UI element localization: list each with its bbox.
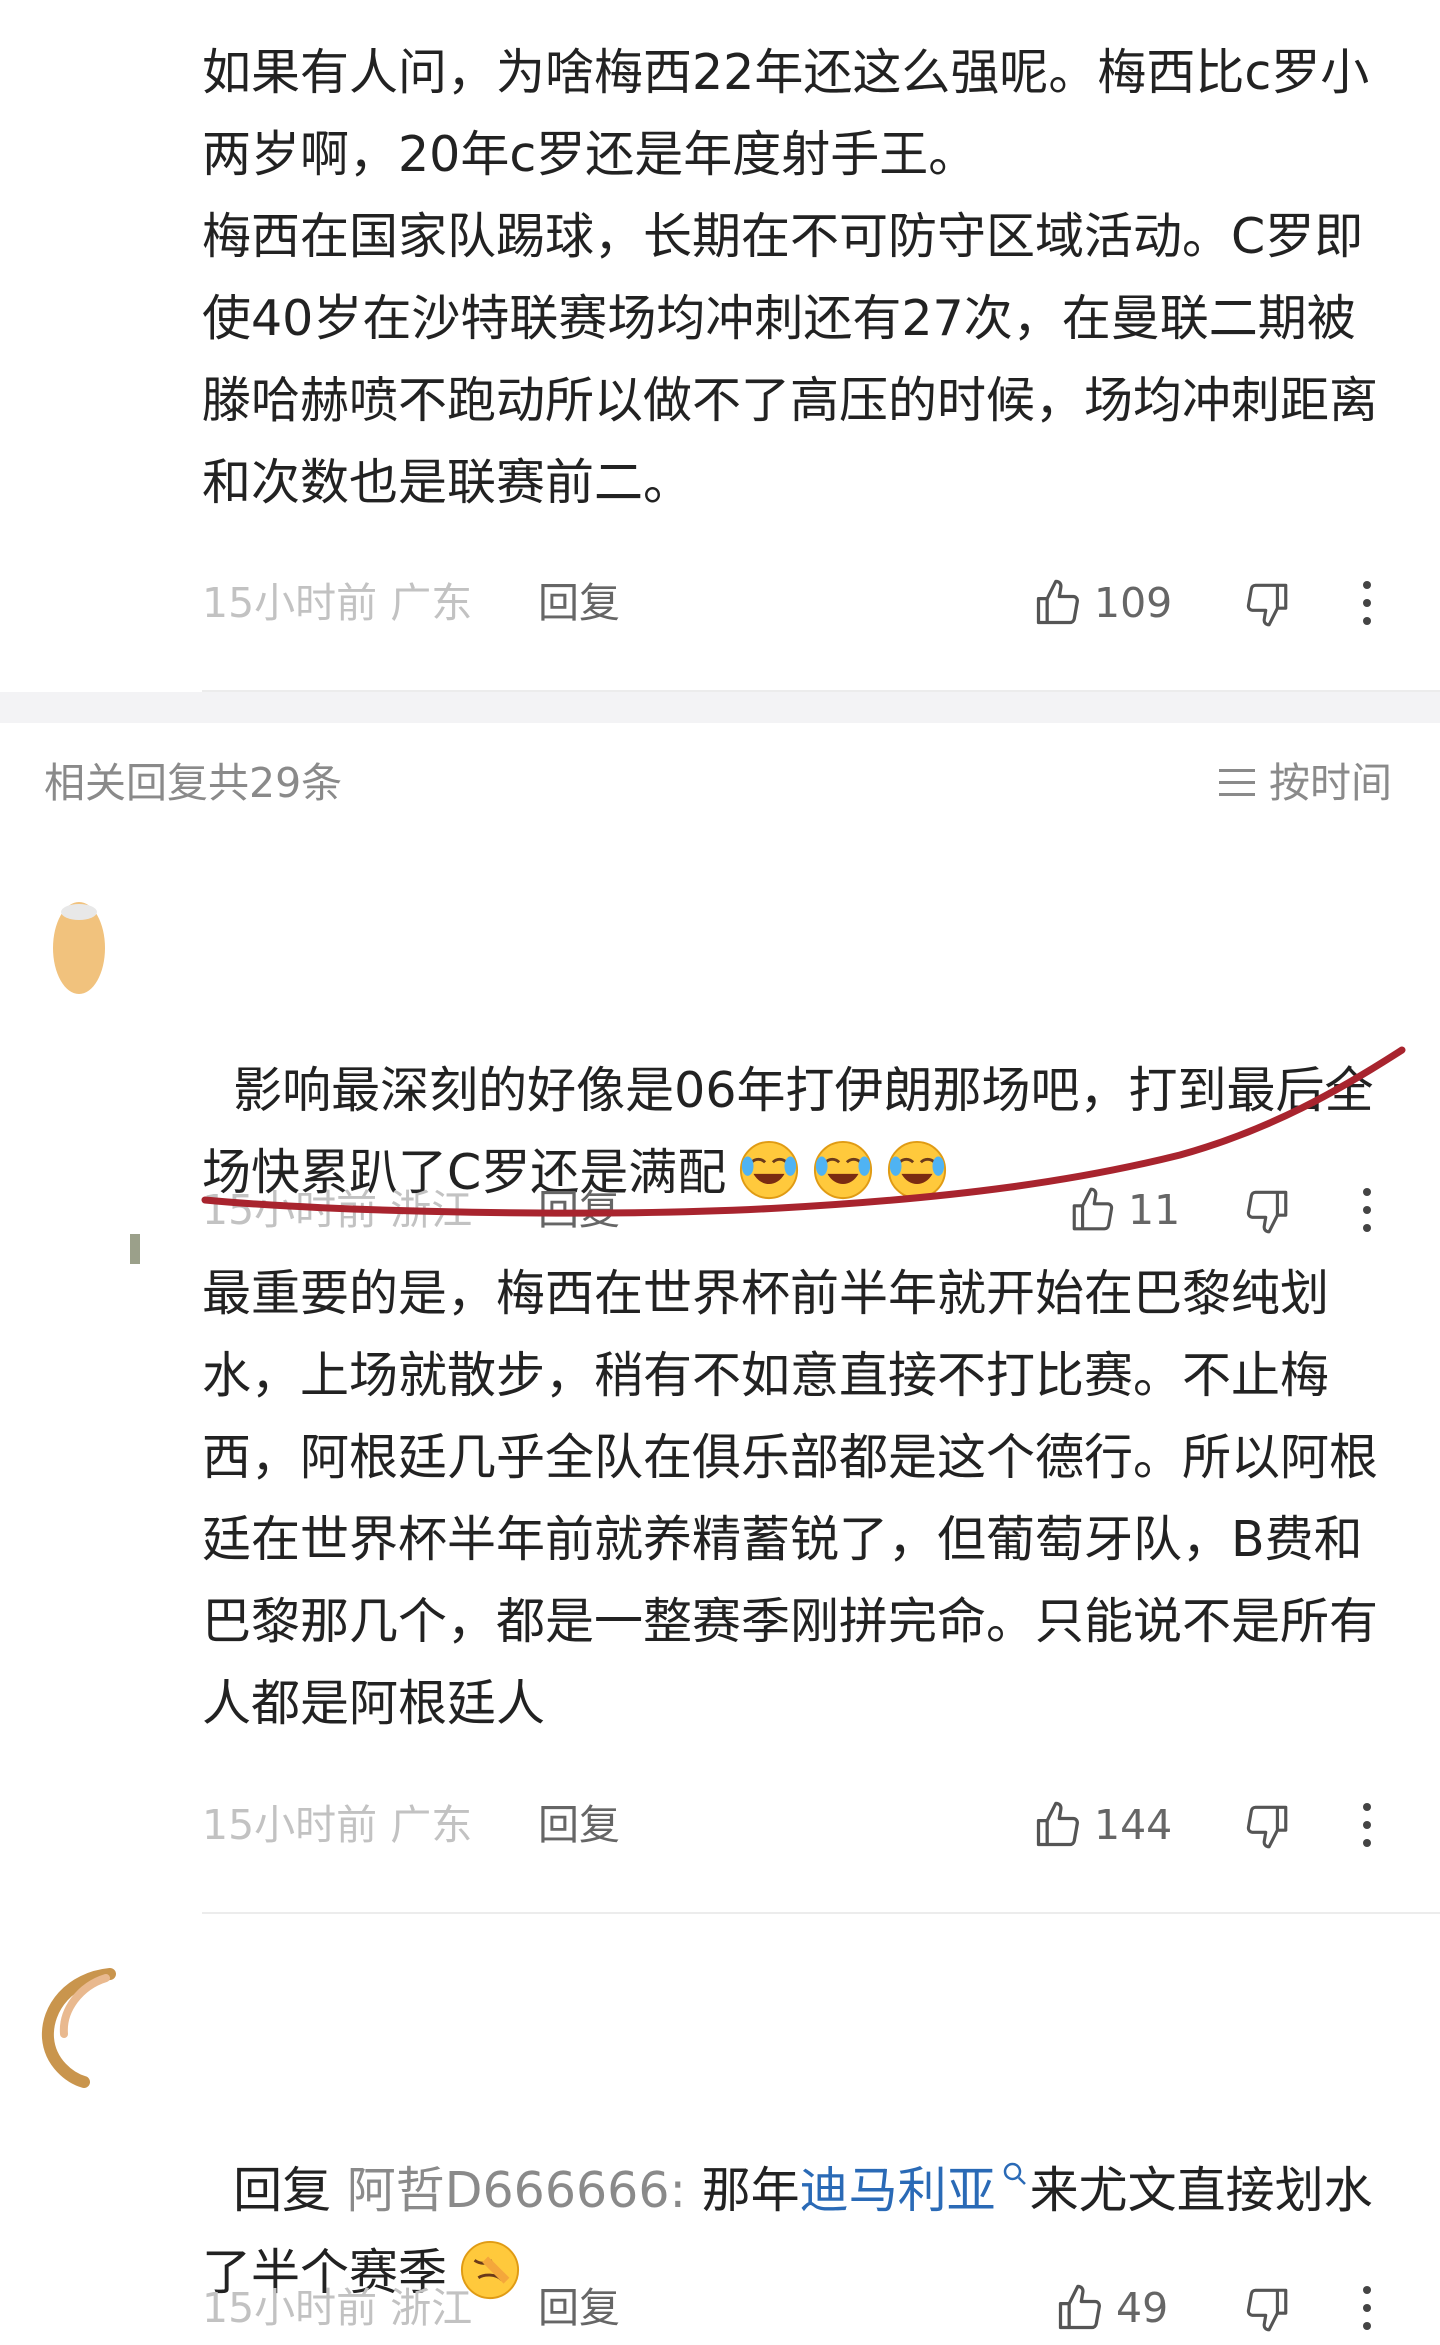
more-options-icon[interactable] bbox=[1357, 2282, 1377, 2334]
search-link[interactable]: 迪马利亚 bbox=[800, 2162, 1030, 2219]
thumbs-down-icon[interactable] bbox=[1242, 2284, 1292, 2334]
replies-header: 相关回复共29条 按时间 bbox=[0, 723, 1440, 833]
like-count: 144 bbox=[1094, 1801, 1173, 1849]
avatar[interactable] bbox=[44, 898, 114, 998]
reply-button[interactable]: 回复 bbox=[538, 2278, 620, 2338]
like-button[interactable]: 144 bbox=[1032, 1795, 1172, 1855]
thumbs-up-icon bbox=[1036, 579, 1079, 625]
like-count: 49 bbox=[1116, 2284, 1169, 2332]
comment-text: 如果有人问，为啥梅西22年还这么强呢。梅西比c罗小两岁啊，20年c罗还是年度射手… bbox=[202, 44, 1379, 511]
sort-button[interactable]: 按时间 bbox=[1217, 753, 1392, 813]
avatar-image bbox=[41, 1968, 116, 2088]
reply-text-before: 那年 bbox=[701, 2162, 800, 2219]
comment-meta: 15小时前 广东 回复 109 bbox=[202, 573, 1402, 633]
like-button[interactable]: 109 bbox=[1032, 573, 1172, 633]
search-link-text: 迪马利亚 bbox=[799, 2162, 996, 2219]
reply-meta: 15小时前 广东 回复 144 bbox=[202, 1795, 1402, 1855]
sort-label: 按时间 bbox=[1269, 759, 1392, 807]
reply-text: 最重要的是，梅西在世界杯前半年就开始在巴黎纯划水，上场就散步，稍有不如意直接不打… bbox=[202, 1265, 1379, 1732]
thumbs-up-icon bbox=[1036, 1801, 1079, 1847]
list-sort-icon bbox=[1219, 769, 1255, 796]
reply-meta: 15小时前 浙江 回复 49 bbox=[202, 2278, 1402, 2338]
mention-username[interactable]: 阿哲D666666: bbox=[347, 2162, 686, 2219]
avatar-image bbox=[53, 902, 105, 994]
thumbs-down-icon[interactable] bbox=[1242, 1801, 1292, 1851]
comment-time-location: 15小时前 广东 bbox=[202, 579, 473, 627]
search-icon bbox=[1003, 2162, 1026, 2185]
divider bbox=[202, 1912, 1440, 1914]
reply-time-location: 15小时前 浙江 bbox=[202, 2284, 473, 2332]
like-count: 109 bbox=[1094, 579, 1173, 627]
thumbs-down-icon[interactable] bbox=[1242, 579, 1292, 629]
reply-button[interactable]: 回复 bbox=[538, 1795, 620, 1855]
avatar-image bbox=[130, 1234, 140, 1264]
more-options-icon[interactable] bbox=[1357, 1799, 1377, 1851]
reply-prefix: 回复 bbox=[233, 2162, 332, 2219]
avatar[interactable] bbox=[120, 1232, 150, 1266]
thumbs-up-icon bbox=[1058, 2284, 1101, 2330]
like-button[interactable]: 49 bbox=[1054, 2278, 1168, 2338]
section-gap bbox=[0, 692, 1440, 724]
replies-count-title: 相关回复共29条 bbox=[44, 759, 343, 807]
more-options-icon[interactable] bbox=[1357, 577, 1377, 629]
red-underline-annotation bbox=[201, 1046, 1406, 1217]
reply-button[interactable]: 回复 bbox=[538, 573, 620, 633]
reply-time-location: 15小时前 广东 bbox=[202, 1801, 473, 1849]
avatar[interactable] bbox=[40, 1968, 120, 2088]
